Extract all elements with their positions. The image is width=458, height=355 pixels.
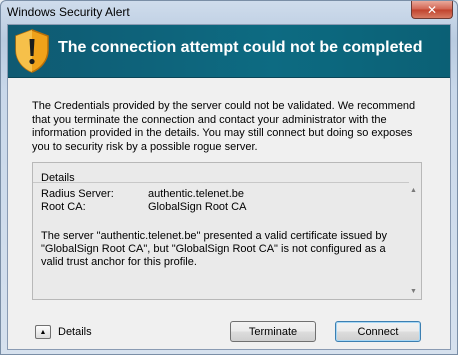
close-icon: ✕: [426, 2, 438, 17]
collapse-details-button[interactable]: ▲: [35, 325, 51, 339]
connect-button[interactable]: Connect: [335, 321, 421, 342]
details-panel[interactable]: Details Radius Server: authentic.telenet…: [32, 162, 422, 300]
terminate-button[interactable]: Terminate: [230, 321, 316, 342]
detail-key: Root CA:: [41, 201, 86, 213]
chevron-up-icon: ▲: [39, 328, 47, 336]
shield-warning-icon: [15, 29, 49, 73]
close-button[interactable]: ✕: [411, 1, 453, 19]
alert-title: The connection attempt could not be comp…: [58, 39, 423, 56]
detail-value: authentic.telenet.be: [148, 188, 245, 200]
detail-value: GlobalSign Root CA: [148, 201, 247, 213]
alert-message: The Credentials provided by the server c…: [32, 100, 416, 153]
dialog-body: The connection attempt could not be comp…: [7, 24, 451, 350]
scroll-down-arrow-icon[interactable]: ▼: [410, 288, 417, 295]
security-alert-window: Windows Security Alert ✕ The connection …: [0, 0, 458, 355]
window-title: Windows Security Alert: [7, 5, 130, 19]
detail-key: Radius Server:: [41, 188, 114, 200]
details-description: The server "authentic.telenet.be" presen…: [41, 230, 387, 268]
scroll-up-arrow-icon[interactable]: ▲: [410, 187, 417, 194]
details-toggle[interactable]: ▲ Details: [35, 325, 92, 339]
title-bar[interactable]: Windows Security Alert ✕: [1, 1, 457, 23]
details-divider: [33, 182, 409, 183]
details-toggle-label: Details: [58, 326, 92, 338]
details-scrollbar[interactable]: ▲ ▼: [407, 183, 421, 299]
alert-banner: The connection attempt could not be comp…: [8, 25, 450, 78]
